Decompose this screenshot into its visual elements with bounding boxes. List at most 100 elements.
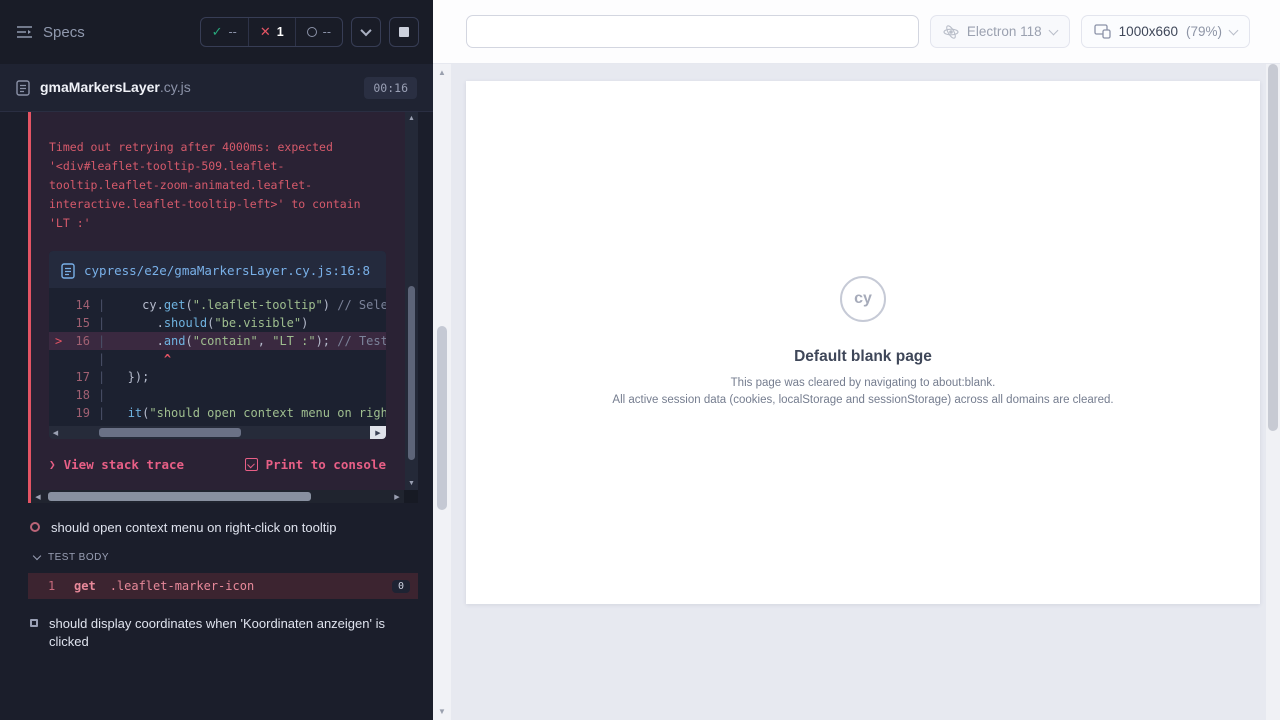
code-frame: cypress/e2e/gmaMarkersLayer.cy.js:16:8 1… [49,251,386,439]
spec-file-icon [16,80,30,96]
view-stack-trace-label: View stack trace [64,457,184,472]
code-line: 19| it("should open context menu on righ [49,404,386,422]
check-icon: ✓ [212,24,223,40]
test-stats: ✓ -- ✕ 1 -- [200,17,343,47]
panel-divider: ▲ ▼ [433,0,451,720]
page-scroll-thumb[interactable] [1268,64,1278,431]
specs-label: Specs [43,24,85,41]
browser-selector[interactable]: Electron 118 [930,15,1070,48]
reporter-header: Specs ✓ -- ✕ 1 -- [0,0,433,64]
print-to-console-label: Print to console [266,457,386,472]
browser-label: Electron 118 [967,24,1042,39]
url-input[interactable] [466,15,919,48]
electron-icon [943,24,959,40]
spec-header: gmaMarkersLayer.cy.js 00:16 [0,64,433,112]
viewport-zoom: (79%) [1186,24,1222,39]
code-line: 18| [49,386,386,404]
viewport-icon [1094,24,1111,39]
scroll-down-arrow-icon[interactable]: ▼ [438,703,446,720]
blank-page-line2: All active session data (cookies, localS… [612,392,1113,409]
reporter-vertical-scrollbar: ▲ ▼ [433,64,451,720]
reporter-scroll-thumb[interactable] [437,326,447,510]
chevron-down-icon [360,25,371,36]
test-item-context-menu[interactable]: should open context menu on right-click … [0,503,433,537]
stop-run-button[interactable] [389,17,419,47]
command-count-badge: 0 [392,580,410,593]
scroll-left-arrow-icon[interactable]: ◀ [31,493,45,501]
divider-top-spacer [433,0,451,64]
scroll-right-arrow-icon[interactable]: ▶ [390,493,404,501]
reporter-panel: Specs ✓ -- ✕ 1 -- [0,0,433,720]
test-body-toggle[interactable]: TEST BODY [34,552,433,563]
code-scroll-track [62,426,370,439]
spec-title: gmaMarkersLayer.cy.js [40,79,191,97]
code-scroll-thumb[interactable] [99,428,241,437]
cypress-runner: Specs ✓ -- ✕ 1 -- [0,0,1280,720]
error-hscroll-thumb[interactable] [48,492,310,501]
error-scroll-thumb[interactable] [408,286,415,460]
code-line: 14| cy.get(".leaflet-tooltip") // Sele [49,296,386,314]
test-running-circle-icon [30,522,40,532]
stop-icon [399,27,409,37]
collapse-tests-button[interactable] [351,17,381,47]
code-line: | ^ [49,350,386,368]
scrollbar-corner [404,490,418,503]
error-horizontal-scrollbar: ◀ ▶ [31,490,418,503]
code-line: >16| .and("contain", "LT :"); // Test [49,332,386,350]
page-vertical-scrollbar [1266,0,1280,720]
pending-count: -- [323,25,331,39]
stat-passed: ✓ -- [201,18,249,46]
reporter-body: Timed out retrying after 4000ms: expecte… [0,112,433,720]
view-stack-trace-button[interactable]: ❯ View stack trace [49,457,184,472]
blank-page-title: Default blank page [794,348,932,366]
chevron-down-icon [1229,25,1239,35]
command-args: .leaflet-marker-icon [110,579,255,593]
command-number: 1 [48,579,74,593]
aut-backdrop: cy Default blank page This page was clea… [451,64,1266,720]
specs-menu-button[interactable]: Specs [16,24,85,41]
aut-toolbar: Electron 118 1000x660 (79%) [451,0,1266,64]
scrollbar-top-spacer [1266,0,1280,64]
test-title: should display coordinates when 'Koordin… [49,615,394,651]
passed-count: -- [228,25,236,39]
spec-name: gmaMarkersLayer [40,79,160,95]
scroll-up-arrow-icon[interactable]: ▲ [438,64,446,81]
spec-duration-badge: 00:16 [364,77,417,99]
command-method: get [74,579,96,593]
viewport-size: 1000x660 [1119,24,1178,39]
command-log-row[interactable]: 1 get .leaflet-marker-icon 0 [28,573,418,599]
page-scroll-track [1266,64,1280,720]
cross-icon: ✕ [260,24,271,40]
cypress-logo-text: cy [854,290,872,308]
aut-iframe: cy Default blank page This page was clea… [466,81,1260,604]
scroll-down-arrow-icon[interactable]: ▼ [408,477,415,490]
scroll-left-arrow-icon[interactable]: ◀ [49,429,62,437]
chevron-right-icon: ❯ [49,458,56,471]
stat-failed: ✕ 1 [249,18,296,46]
code-frame-file-link[interactable]: cypress/e2e/gmaMarkersLayer.cy.js:16:8 [84,261,374,280]
cypress-logo: cy [840,276,886,322]
pending-circle-icon [307,27,317,37]
scroll-right-arrow-icon[interactable]: ▶ [370,426,386,439]
test-title: should open context menu on right-click … [51,519,336,537]
code-frame-header: cypress/e2e/gmaMarkersLayer.cy.js:16:8 [49,251,386,288]
code-line: 17| }); [49,368,386,386]
test-error-block: Timed out retrying after 4000ms: expecte… [28,112,418,503]
test-body-label: TEST BODY [48,552,109,563]
code-line: 15| .should("be.visible") [49,314,386,332]
failed-count: 1 [277,25,284,39]
chevron-down-icon [33,552,41,560]
print-console-icon [245,458,258,471]
spec-extension: .cy.js [160,79,191,95]
error-vertical-scrollbar: ▲ ▼ [405,112,418,490]
test-item-coordinates[interactable]: should display coordinates when 'Koordin… [0,599,433,651]
print-to-console-button[interactable]: Print to console [245,457,386,472]
scroll-up-arrow-icon[interactable]: ▲ [408,112,415,125]
error-hscroll-track [45,490,390,503]
stat-pending: -- [296,18,342,46]
code-lines: 14| cy.get(".leaflet-tooltip") // Sele 1… [49,288,386,426]
code-file-icon [61,263,75,279]
error-message: Timed out retrying after 4000ms: expecte… [31,112,418,247]
viewport-selector[interactable]: 1000x660 (79%) [1081,15,1250,48]
blank-page-line1: This page was cleared by navigating to a… [731,375,996,392]
